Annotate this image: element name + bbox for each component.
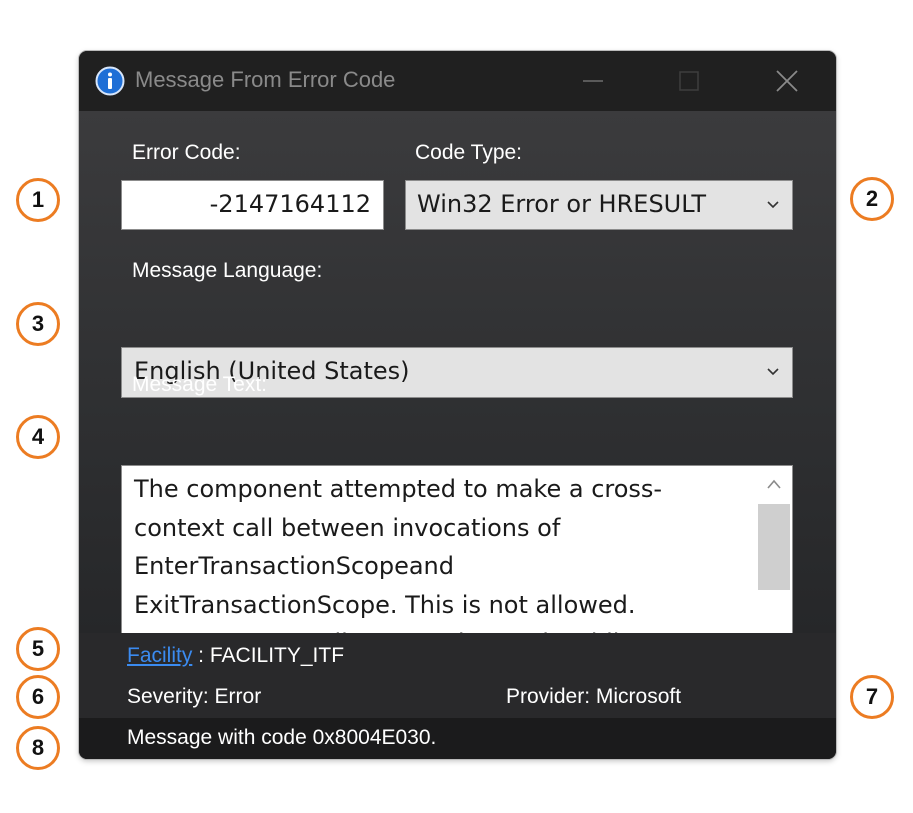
annotated-screenshot: 1 2 3 4 5 6 7 8 Message From Error Code <box>0 0 913 813</box>
status-text: Message with code 0x8004E030. <box>127 726 437 749</box>
facility-link[interactable]: Facility <box>127 644 192 667</box>
message-line: context call between invocations of <box>134 513 561 542</box>
facility-value: : FACILITY_ITF <box>192 644 345 667</box>
maximize-button[interactable] <box>659 51 719 111</box>
chevron-up-icon[interactable] <box>766 478 782 490</box>
facility-row: Facility : FACILITY_ITF <box>127 644 344 668</box>
callout-2: 2 <box>850 177 894 221</box>
window-title: Message From Error Code <box>135 67 396 92</box>
severity-text: Severity: Error <box>127 685 262 708</box>
error-message-window: Message From Error Code Error Code: Code… <box>79 51 836 759</box>
provider-text: Provider: Microsoft <box>506 685 682 708</box>
code-type-label: Code Type: <box>415 141 523 164</box>
callout-6: 6 <box>16 675 60 719</box>
callout-3: 3 <box>16 302 60 346</box>
details-panel: Facility : FACILITY_ITF Severity: Error … <box>79 633 836 718</box>
message-line: The component attempted to make a cross- <box>134 475 663 503</box>
code-type-value: Win32 Error or HRESULT <box>417 190 706 218</box>
message-text-label: Message Text: <box>132 373 268 396</box>
info-icon <box>95 66 125 96</box>
message-line: ExitTransactionScope. This is not allowe… <box>134 590 636 619</box>
callout-8: 8 <box>16 726 60 770</box>
error-code-label: Error Code: <box>132 141 241 164</box>
close-button[interactable] <box>757 51 817 111</box>
form-area: Error Code: Code Type: -2147164112 Win32… <box>79 111 836 663</box>
chevron-down-icon <box>767 201 779 209</box>
error-code-input[interactable]: -2147164112 <box>121 180 384 230</box>
message-language-label: Message Language: <box>132 259 323 282</box>
title-bar[interactable]: Message From Error Code <box>79 51 836 111</box>
message-line: EnterTransactionScopeand <box>134 552 454 580</box>
scrollbar-thumb[interactable] <box>758 504 790 590</box>
callout-4: 4 <box>16 415 60 459</box>
callout-7: 7 <box>850 675 894 719</box>
code-type-dropdown[interactable]: Win32 Error or HRESULT <box>405 180 793 230</box>
callout-1: 1 <box>16 178 60 222</box>
chevron-down-icon <box>767 368 779 376</box>
callout-5: 5 <box>16 627 60 671</box>
close-icon <box>776 70 798 92</box>
maximize-icon <box>679 71 699 91</box>
minimize-button[interactable] <box>563 51 623 111</box>
minimize-icon <box>583 80 603 82</box>
status-bar: Message with code 0x8004E030. <box>79 718 836 759</box>
